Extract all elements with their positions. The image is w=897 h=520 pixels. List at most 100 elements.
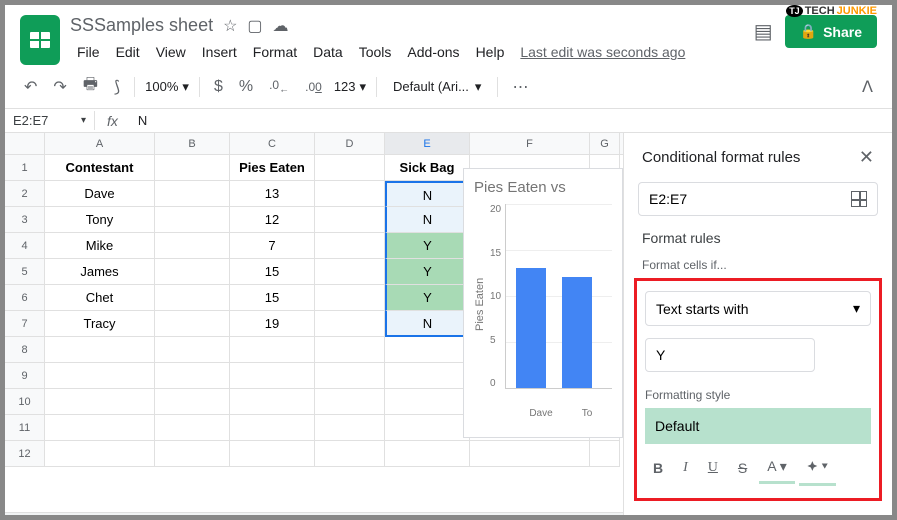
cell[interactable] [155,155,230,181]
cancel-button[interactable]: Cancel [705,515,787,520]
cell[interactable] [315,285,385,311]
row-header[interactable]: 5 [5,259,45,285]
cell[interactable] [155,233,230,259]
cell[interactable] [155,363,230,389]
col-header[interactable]: A [45,133,155,154]
cell[interactable]: 12 [230,207,315,233]
cell[interactable] [385,415,470,441]
menu-file[interactable]: File [70,40,107,64]
condition-select[interactable]: Text starts with ▾ [645,291,871,326]
doc-title[interactable]: SSSamples sheet [70,15,213,36]
cell[interactable]: Chet [45,285,155,311]
star-icon[interactable]: ☆ [223,16,237,36]
row-header[interactable]: 9 [5,363,45,389]
cell[interactable] [155,415,230,441]
cell[interactable] [230,363,315,389]
cell[interactable]: N [385,181,470,207]
close-icon[interactable]: ✕ [859,147,874,168]
cell[interactable]: 13 [230,181,315,207]
cell[interactable] [315,441,385,467]
fill-color-button[interactable]: 🟆 ▾ [799,450,836,486]
more-tools-button[interactable]: ⋯ [508,73,532,101]
cell[interactable]: Y [385,285,470,311]
cell[interactable] [315,181,385,207]
cell[interactable] [315,155,385,181]
strike-button[interactable]: S [730,454,755,482]
col-header[interactable]: F [470,133,590,154]
cell[interactable] [385,389,470,415]
cell[interactable] [230,415,315,441]
cell[interactable] [385,363,470,389]
horizontal-scrollbar[interactable]: ◂ ▸ [5,512,623,520]
done-button[interactable]: Done [797,515,874,520]
menu-format[interactable]: Format [246,40,304,64]
cell[interactable] [155,207,230,233]
menu-help[interactable]: Help [469,40,512,64]
name-box[interactable]: E2:E7▾ [5,111,95,130]
cell[interactable]: Tracy [45,311,155,337]
cell[interactable] [385,441,470,467]
formula-input[interactable]: N [130,113,155,128]
row-header[interactable]: 12 [5,441,45,467]
cell[interactable] [315,207,385,233]
select-all-corner[interactable] [5,133,45,154]
move-icon[interactable]: ▢ [247,16,262,36]
cell[interactable] [45,363,155,389]
cell[interactable]: Pies Eaten [230,155,315,181]
italic-button[interactable]: I [675,454,696,482]
menu-addons[interactable]: Add-ons [400,40,466,64]
underline-button[interactable]: U [700,454,726,482]
percent-button[interactable]: % [235,74,257,100]
cell[interactable]: 15 [230,285,315,311]
cell[interactable] [315,337,385,363]
row-header[interactable]: 6 [5,285,45,311]
cell[interactable]: N [385,207,470,233]
cell[interactable]: 15 [230,259,315,285]
cell[interactable] [45,337,155,363]
cell[interactable] [315,389,385,415]
redo-icon[interactable]: ↷ [49,73,70,101]
grid-select-icon[interactable] [851,191,867,207]
menu-data[interactable]: Data [306,40,350,64]
number-format-select[interactable]: 123 ▾ [334,79,366,95]
row-header[interactable]: 2 [5,181,45,207]
last-edit[interactable]: Last edit was seconds ago [513,40,692,64]
cell[interactable] [315,233,385,259]
cell[interactable] [45,415,155,441]
print-icon[interactable]: 🖶 [79,69,102,104]
cell[interactable] [155,259,230,285]
col-header[interactable]: D [315,133,385,154]
embedded-chart[interactable]: Pies Eaten vs Pies Eaten 20151050 DaveTo [463,168,623,438]
cell[interactable] [230,441,315,467]
cell[interactable]: 7 [230,233,315,259]
cell[interactable] [315,259,385,285]
cell[interactable] [315,415,385,441]
col-header[interactable]: C [230,133,315,154]
row-header[interactable]: 8 [5,337,45,363]
cell[interactable]: Y [385,259,470,285]
row-header[interactable]: 3 [5,207,45,233]
cell[interactable] [155,311,230,337]
cell[interactable] [230,389,315,415]
cloud-icon[interactable]: ☁ [273,16,289,36]
cell[interactable]: Contestant [45,155,155,181]
text-color-button[interactable]: A ▾ [759,452,794,484]
decimal-less-button[interactable]: .0← [265,74,293,99]
col-header[interactable]: G [590,133,620,154]
sheets-logo[interactable] [20,15,60,65]
menu-edit[interactable]: Edit [109,40,147,64]
row-header[interactable]: 1 [5,155,45,181]
zoom-select[interactable]: 100% ▾ [145,79,189,95]
cell[interactable]: Y [385,233,470,259]
bold-button[interactable]: B [645,454,671,482]
cell[interactable] [315,311,385,337]
cell[interactable] [155,337,230,363]
menu-view[interactable]: View [149,40,193,64]
menu-insert[interactable]: Insert [195,40,244,64]
cell[interactable]: Mike [45,233,155,259]
collapse-toolbar-icon[interactable]: ᐱ [858,73,877,101]
col-header[interactable]: E [385,133,470,154]
cell[interactable]: Dave [45,181,155,207]
cell[interactable] [155,285,230,311]
cell[interactable] [155,181,230,207]
